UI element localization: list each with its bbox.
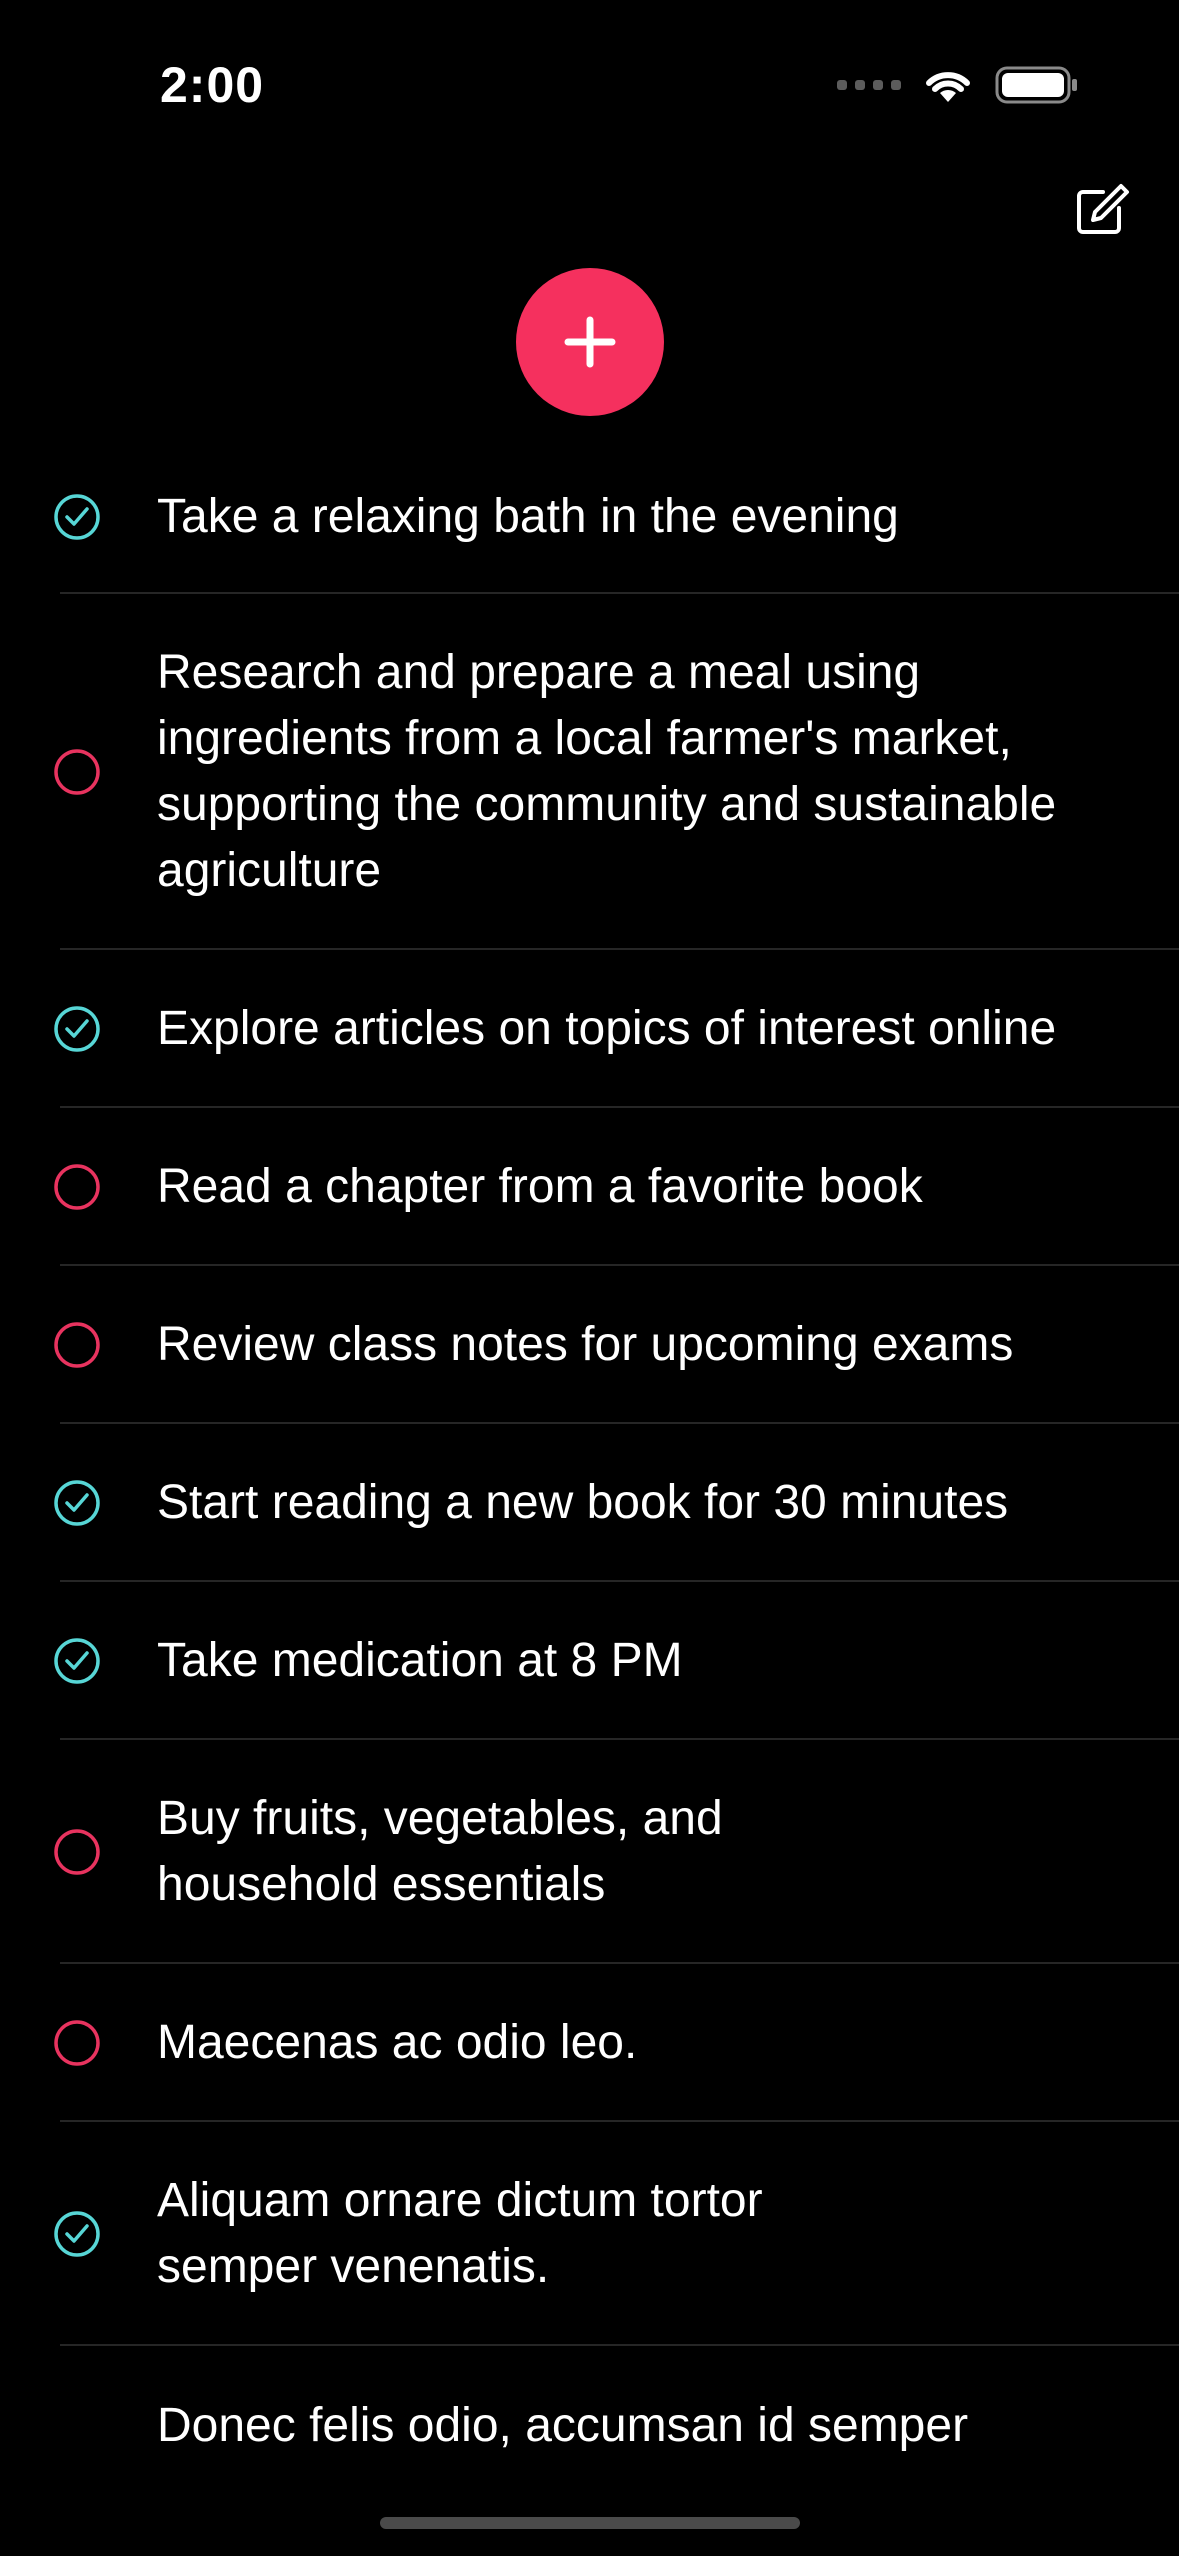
home-indicator [380, 2517, 800, 2529]
task-list: Take a relaxing bath in the evening Rese… [0, 440, 1179, 2506]
task-text: Research and prepare a meal using ingred… [157, 646, 1057, 897]
task-text: Review class notes for upcoming exams [157, 1318, 1014, 1371]
empty-circle-icon[interactable] [53, 748, 101, 796]
task-row[interactable]: Aliquam ornare dictum tortor semper vene… [0, 2122, 1179, 2346]
task-text: Aliquam ornare dictum tortor semper vene… [157, 2174, 763, 2293]
task-row[interactable]: Maecenas ac odio leo. [0, 1964, 1179, 2122]
task-row[interactable]: Research and prepare a meal using ingred… [0, 594, 1179, 950]
check-circle-icon[interactable] [53, 2210, 101, 2258]
empty-circle-icon[interactable] [53, 2019, 101, 2067]
empty-circle-icon[interactable] [53, 1163, 101, 1211]
task-row[interactable]: Donec felis odio, accumsan id semper [0, 2346, 1179, 2506]
status-icons [837, 60, 1079, 110]
cellular-signal-icon [837, 80, 901, 90]
wifi-icon [926, 72, 970, 102]
task-text: Start reading a new book for 30 minutes [157, 1476, 1009, 1529]
empty-circle-icon[interactable] [53, 1828, 101, 1876]
task-row[interactable]: Start reading a new book for 30 minutes [0, 1424, 1179, 1582]
plus-icon [564, 316, 616, 368]
check-circle-icon[interactable] [53, 1479, 101, 1527]
add-task-button[interactable] [516, 268, 664, 416]
task-row[interactable]: Buy fruits, vegetables, and household es… [0, 1740, 1179, 1964]
task-text: Donec felis odio, accumsan id semper [157, 2399, 969, 2452]
task-row[interactable]: Explore articles on topics of interest o… [0, 950, 1179, 1108]
battery-icon [995, 66, 1077, 104]
task-row[interactable]: Take a relaxing bath in the evening [0, 440, 1179, 594]
task-text: Take a relaxing bath in the evening [157, 490, 899, 543]
status-time: 2:00 [160, 57, 265, 113]
task-row[interactable]: Review class notes for upcoming exams [0, 1266, 1179, 1424]
compose-button[interactable] [1071, 180, 1131, 240]
task-text: Explore articles on topics of interest o… [157, 1002, 1057, 1055]
empty-circle-icon[interactable] [53, 1321, 101, 1369]
compose-icon [1077, 184, 1129, 234]
check-circle-icon[interactable] [53, 1637, 101, 1685]
status-bar: 2:00 [0, 0, 1179, 140]
check-circle-icon[interactable] [53, 1005, 101, 1053]
task-text: Buy fruits, vegetables, and household es… [157, 1792, 723, 1911]
task-text: Take medication at 8 PM [157, 1634, 683, 1687]
task-row[interactable]: Take medication at 8 PM [0, 1582, 1179, 1740]
check-circle-icon[interactable] [53, 493, 101, 541]
task-row[interactable]: Read a chapter from a favorite book [0, 1108, 1179, 1266]
task-text: Read a chapter from a favorite book [157, 1160, 923, 1213]
task-text: Maecenas ac odio leo. [157, 2016, 638, 2069]
